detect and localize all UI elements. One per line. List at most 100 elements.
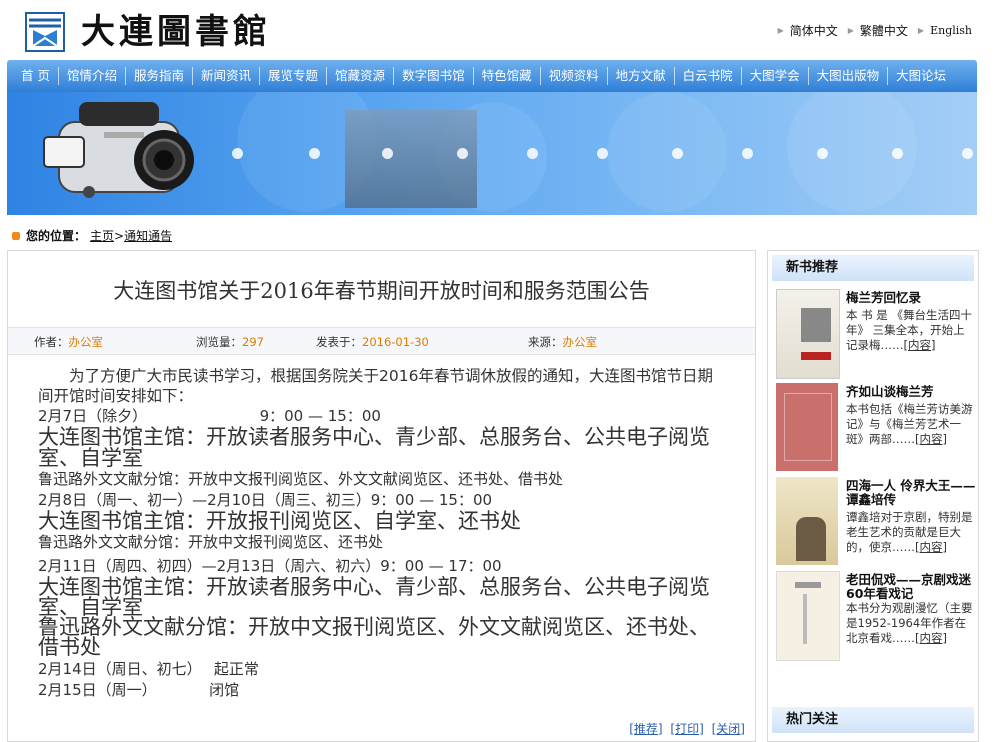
library-emblem-icon	[25, 12, 65, 52]
print-link[interactable]: [打印]	[670, 722, 703, 736]
orange-arrow-icon	[12, 231, 20, 240]
book-more-link[interactable]: [内容]	[904, 338, 936, 352]
nav-collections[interactable]: 馆藏资源	[327, 60, 393, 92]
meta-source: 来源：办公室	[528, 334, 597, 350]
nav-library-society[interactable]: 大图学会	[742, 60, 808, 92]
banner-dot	[892, 148, 903, 159]
book-desc-text: 本书分为观剧漫忆（主要是1952-1964年作者在北京看戏……	[846, 601, 973, 645]
schedule-date: 2月8日（周一、初一）—2月10日（周三、初三）9：00 — 15：00	[38, 491, 493, 509]
nav-digital-library[interactable]: 数字图书馆	[394, 60, 473, 92]
schedule-detail: 大连图书馆主馆：开放报刊阅览区、自学室、还书处	[38, 509, 521, 533]
lang-english[interactable]: English	[930, 24, 972, 37]
meta-date-value: 2016-01-30	[362, 335, 429, 349]
book-cover	[776, 289, 840, 379]
bullet-icon: ▶	[777, 26, 784, 35]
nav-local-documents[interactable]: 地方文献	[608, 60, 674, 92]
banner-dot	[962, 148, 973, 159]
banner-dot	[232, 148, 243, 159]
book-more-link[interactable]: [内容]	[915, 432, 947, 446]
breadcrumb: 您的位置： 主页 > 通知通告	[12, 227, 172, 244]
language-switcher: ▶ 简体中文 ▶ 繁體中文 ▶ English	[778, 22, 972, 39]
site-logo[interactable]: 大連圖書館	[25, 12, 271, 52]
banner-dot	[742, 148, 753, 159]
book-desc: 谭鑫培对于京剧，特别是老生艺术的贡献是巨大的，使京……[内容]	[846, 510, 974, 555]
banner-bubble	[607, 92, 727, 212]
header-banner	[7, 92, 977, 215]
book-title[interactable]: 四海一人 伶界大王——谭鑫培传	[846, 479, 976, 507]
book-item[interactable]: 四海一人 伶界大王——谭鑫培传 谭鑫培对于京剧，特别是老生艺术的贡献是巨大的，使…	[776, 477, 976, 567]
banner-photo	[345, 110, 477, 208]
article-title: 大连图书馆关于2016年春节期间开放时间和服务范围公告	[113, 279, 650, 303]
meta-date: 发表于：2016-01-30	[316, 334, 429, 350]
bullet-icon: ▶	[847, 26, 854, 35]
book-desc-text: 谭鑫培对于京剧，特别是老生艺术的贡献是巨大的，使京……	[846, 510, 973, 554]
schedule-detail: 大连图书馆主馆：开放读者服务中心、青少部、总服务台、公共电子阅览室、自学室	[38, 425, 710, 470]
book-cover	[776, 477, 838, 565]
banner-dot	[817, 148, 828, 159]
book-desc-text: 本书包括《梅兰芳访美游记》与《梅兰芳艺术一斑》两部……	[846, 402, 973, 446]
book-cover	[776, 383, 838, 471]
book-more-link[interactable]: [内容]	[915, 540, 947, 554]
close-link[interactable]: [关闭]	[712, 722, 745, 736]
meta-date-label: 发表于：	[316, 335, 362, 349]
breadcrumb-label: 您的位置：	[26, 229, 87, 243]
schedule-detail: 鲁迅路外文文献分馆：开放中文报刊阅览区、还书处	[38, 533, 384, 551]
article-meta: 作者：办公室 浏览量：297 发表于：2016-01-30 来源：办公室	[8, 327, 755, 355]
breadcrumb-separator: >	[114, 228, 125, 243]
schedule-date: 2月15日（周一） 闭馆	[38, 681, 240, 699]
book-cover	[776, 571, 840, 661]
book-title[interactable]: 齐如山谈梅兰芳	[846, 385, 976, 399]
bullet-icon: ▶	[917, 26, 925, 35]
meta-views: 浏览量：297	[196, 334, 264, 350]
nav-about[interactable]: 馆情介绍	[59, 60, 125, 92]
nav-forum[interactable]: 大图论坛	[888, 60, 954, 92]
sidebar: 新书推荐 梅兰芳回忆录 本 书 是 《舞台生活四十年》 三集全本，开始上记录梅……	[767, 250, 979, 742]
site-header: 大連圖書館 ▶ 简体中文 ▶ 繁體中文 ▶ English	[0, 0, 1002, 60]
nav-videos[interactable]: 视频资料	[541, 60, 607, 92]
nav-baiyun-academy[interactable]: 白云书院	[675, 60, 741, 92]
meta-author-label: 作者：	[34, 335, 69, 349]
banner-dot	[672, 148, 683, 159]
lang-simplified[interactable]: 简体中文	[790, 22, 838, 39]
book-title[interactable]: 梅兰芳回忆录	[846, 291, 976, 305]
schedule-detail: 大连图书馆主馆：开放读者服务中心、青少部、总服务台、公共电子阅览室、自学室	[38, 575, 710, 619]
article-actions: [推荐] [打印] [关闭]	[625, 720, 745, 737]
hot-topics-heading: 热门关注	[772, 707, 974, 733]
breadcrumb-current-link[interactable]: 通知通告	[124, 227, 172, 244]
nav-news[interactable]: 新闻资讯	[193, 60, 259, 92]
banner-dot	[457, 148, 468, 159]
site-title: 大連圖書館	[81, 12, 271, 52]
meta-views-label: 浏览量：	[196, 335, 242, 349]
schedule-date: 2月14日（周日、初七） 起正常	[38, 660, 259, 678]
book-item[interactable]: 梅兰芳回忆录 本 书 是 《舞台生活四十年》 三集全本，开始上记录梅……[内容]	[776, 289, 976, 379]
book-title[interactable]: 老田侃戏——京剧戏迷60年看戏记	[846, 573, 976, 601]
banner-dot	[527, 148, 538, 159]
nav-special-collections[interactable]: 特色馆藏	[474, 60, 540, 92]
video-camera-icon	[43, 102, 194, 198]
book-desc: 本书分为观剧漫忆（主要是1952-1964年作者在北京看戏……[内容]	[846, 601, 974, 646]
nav-home[interactable]: 首 页	[7, 60, 58, 92]
nav-service-guide[interactable]: 服务指南	[126, 60, 192, 92]
schedule-date: 2月11日（周四、初四）—2月13日（周六、初六）9：00 — 17：00	[38, 557, 502, 575]
main-nav: 首 页 馆情介绍 服务指南 新闻资讯 展览专题 馆藏资源 数字图书馆 特色馆藏 …	[7, 60, 977, 92]
article-intro: 为了方便广大市民读书学习，根据国务院关于2016年春节调休放假的通知，大连图书馆…	[38, 367, 713, 405]
article-body: 为了方便广大市民读书学习，根据国务院关于2016年春节调休放假的通知，大连图书馆…	[38, 366, 728, 701]
meta-views-value: 297	[242, 335, 264, 349]
lang-traditional[interactable]: 繁體中文	[860, 22, 908, 39]
schedule-detail: 鲁迅路外文文献分馆：开放中文报刊阅览区、外文文献阅览区、还书处、借书处	[38, 470, 564, 488]
book-more-link[interactable]: [内容]	[915, 631, 947, 645]
banner-dot	[597, 148, 608, 159]
recommend-link[interactable]: [推荐]	[629, 722, 662, 736]
book-item[interactable]: 齐如山谈梅兰芳 本书包括《梅兰芳访美游记》与《梅兰芳艺术一斑》两部……[内容]	[776, 383, 976, 473]
breadcrumb-home-link[interactable]: 主页	[90, 227, 114, 244]
book-desc: 本 书 是 《舞台生活四十年》 三集全本，开始上记录梅……[内容]	[846, 308, 974, 353]
book-item[interactable]: 老田侃戏——京剧戏迷60年看戏记 本书分为观剧漫忆（主要是1952-1964年作…	[776, 571, 976, 661]
nav-exhibitions[interactable]: 展览专题	[260, 60, 326, 92]
banner-dot	[382, 148, 393, 159]
schedule-date: 2月7日（除夕） 9：00 — 15：00	[38, 407, 381, 425]
meta-author-value: 办公室	[68, 335, 104, 349]
nav-publications[interactable]: 大图出版物	[809, 60, 888, 92]
meta-source-value: 办公室	[562, 335, 598, 349]
meta-source-label: 来源：	[528, 335, 563, 349]
meta-author: 作者：办公室	[34, 334, 103, 350]
